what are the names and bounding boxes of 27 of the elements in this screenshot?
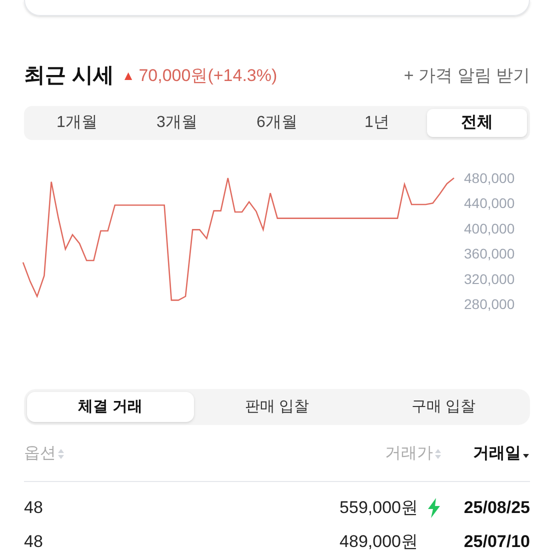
table-cell-text: 559,000원: [340, 497, 418, 520]
up-triangle-icon: ▲: [122, 66, 135, 86]
price-alert-link[interactable]: + 가격 알림 받기: [404, 63, 530, 89]
y-axis-label: 360,000: [464, 246, 515, 262]
y-axis-label: 400,000: [464, 220, 515, 236]
table-cell-text: 25/07/10: [462, 531, 530, 554]
period-tab[interactable]: 3개월: [127, 109, 227, 137]
section-title: 최근 시세: [24, 63, 114, 90]
price-change: 70,000원(+14.3%): [138, 65, 278, 88]
table-cell-text: 48: [24, 531, 44, 554]
period-tab[interactable]: 6개월: [227, 109, 327, 137]
table-cell-text: 48: [24, 497, 44, 520]
table-cell-text: 489,000원: [340, 531, 418, 554]
column-header[interactable]: 거래일: [452, 442, 530, 466]
y-axis-label: 280,000: [464, 296, 515, 312]
y-axis-label: 480,000: [464, 170, 515, 186]
trade-tab[interactable]: 체결 거래: [27, 392, 194, 422]
period-tab[interactable]: 전체: [427, 109, 527, 137]
period-tab[interactable]: 1개월: [27, 109, 127, 137]
period-tab[interactable]: 1년: [327, 109, 427, 137]
y-axis-label: 320,000: [464, 270, 515, 287]
y-axis-label: 440,000: [464, 195, 515, 212]
trade-tab[interactable]: 판매 입찰: [194, 392, 360, 422]
trade-tab[interactable]: 구매 입찰: [360, 392, 527, 422]
sort-icon: [57, 448, 65, 460]
sort-icon: [434, 448, 442, 460]
table-cell-text: 25/08/25: [462, 497, 530, 520]
